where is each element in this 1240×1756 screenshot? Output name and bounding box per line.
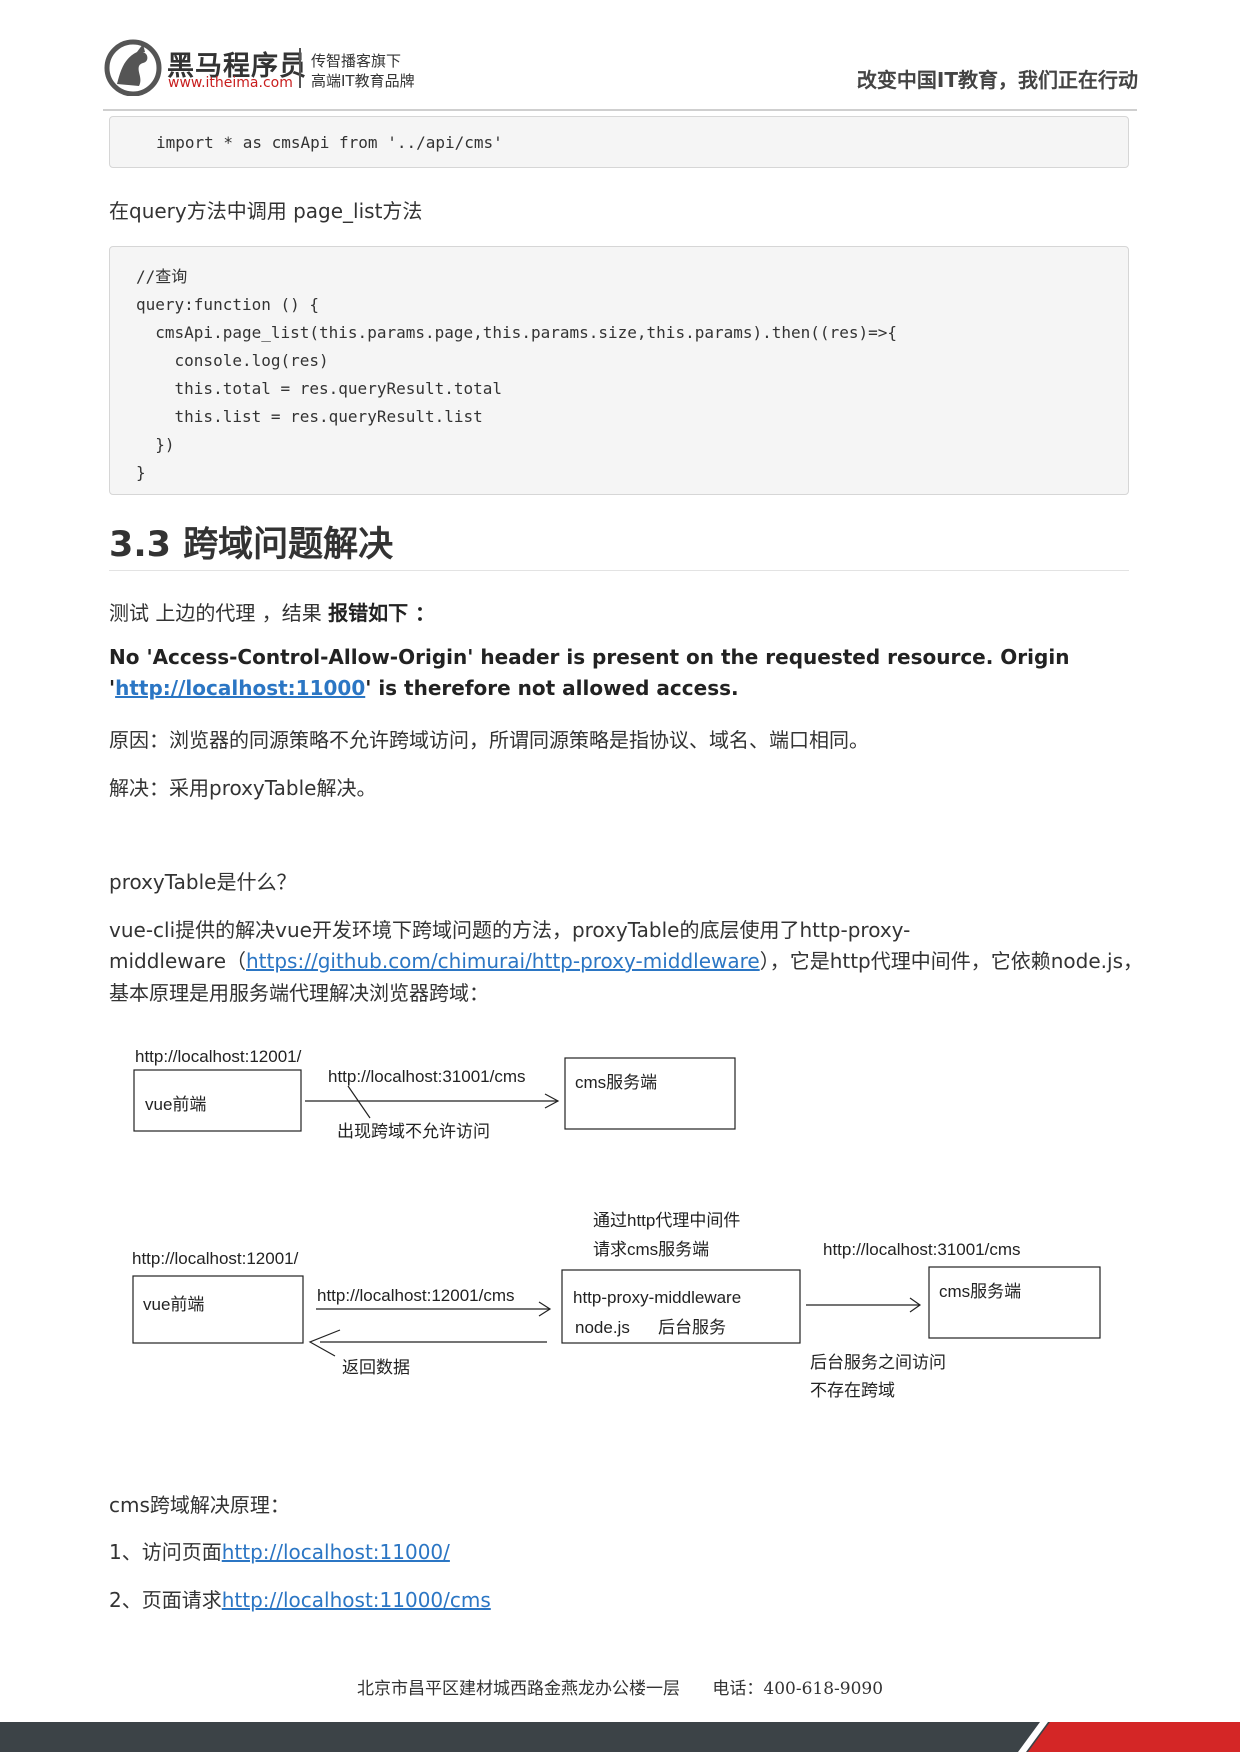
- backend-note-2: 不存在跨域: [810, 1381, 895, 1400]
- step-1-text: 1、访问页面: [109, 1540, 222, 1564]
- brand-tagline-1: 传智播客旗下: [311, 52, 402, 70]
- code-line: }: [136, 463, 146, 482]
- principle-step-1: 1、访问页面http://localhost:11000/: [109, 1536, 450, 1565]
- header-divider: [103, 109, 1137, 111]
- code-line: this.total = res.queryResult.total: [136, 379, 503, 398]
- footer-bar: [0, 1722, 1240, 1752]
- code-line: //查询: [136, 267, 188, 286]
- top-blocked-mark: [347, 1085, 371, 1119]
- solution-paragraph: 解决：采用proxyTable解决。: [109, 776, 377, 800]
- proxy-diagram: http://localhost:12001/ vue前端 http://loc…: [120, 1040, 1140, 1420]
- principle-title: cms跨域解决原理：: [109, 1493, 290, 1517]
- error-line-1: No 'Access-Control-Allow-Origin' header …: [109, 645, 1070, 669]
- top-server-label: cms服务端: [575, 1073, 657, 1092]
- heading-divider: [109, 570, 1129, 571]
- reason-paragraph: 原因：浏览器的同源策略不允许跨域访问，所谓同源策略是指协议、域名、端口相同。: [109, 728, 869, 752]
- code-line: console.log(res): [136, 351, 329, 370]
- proxy-label-2: node.js: [575, 1318, 630, 1337]
- error-line-2-rest: ' is therefore not allowed access.: [365, 676, 739, 700]
- error-origin-link[interactable]: http://localhost:11000: [115, 676, 365, 700]
- horse-logo-icon: [103, 38, 163, 97]
- bottom-server-url: http://localhost:31001/cms: [823, 1240, 1021, 1259]
- brand-url: www.itheima.com: [168, 75, 293, 91]
- description-text: ），它是http代理中间件，它依赖node.js，: [759, 949, 1144, 973]
- top-client-url: http://localhost:12001/: [135, 1047, 302, 1066]
- description-line-3: 基本原理是用服务端代理解决浏览器跨域：: [109, 981, 489, 1005]
- test-result-bold: 报错如下 ：: [328, 601, 436, 625]
- bottom-client-label: vue前端: [143, 1295, 204, 1314]
- step-1-link[interactable]: http://localhost:11000/: [222, 1540, 450, 1564]
- footer-phone: 电话：400-618-9090: [712, 1679, 884, 1699]
- top-blocked-note: 出现跨域不允许访问: [337, 1122, 490, 1141]
- top-client-label: vue前端: [145, 1095, 206, 1114]
- code-line: cmsApi.page_list(this.params.page,this.p…: [136, 323, 897, 342]
- proxytable-question: proxyTable是什么？: [109, 870, 297, 894]
- code-block-import: import * as cmsApi from '../api/cms': [109, 116, 1129, 168]
- footer-address: 北京市昌平区建材城西路金燕龙办公楼一层: [356, 1679, 680, 1699]
- step-2-link[interactable]: http://localhost:11000/cms: [222, 1588, 491, 1612]
- description-text: middleware（: [109, 949, 246, 973]
- code-line: import * as cmsApi from '../api/cms': [156, 133, 503, 152]
- description-line-1: vue-cli提供的解决vue开发环境下跨域问题的方法，proxyTable的底…: [109, 918, 911, 942]
- logo-divider: [299, 48, 301, 88]
- bottom-server-box: [928, 1266, 1101, 1339]
- bottom-server-label: cms服务端: [939, 1282, 1021, 1301]
- proxy-note-2: 请求cms服务端: [593, 1240, 709, 1259]
- error-line-2: 'http://localhost:11000' is therefore no…: [109, 676, 739, 700]
- test-result-text: 测试 上边的代理 ，结果: [109, 601, 329, 625]
- footer-contact: 北京市昌平区建材城西路金燕龙办公楼一层 电话：400-618-9090: [0, 1674, 1240, 1699]
- principle-step-2: 2、页面请求http://localhost:11000/cms: [109, 1584, 491, 1613]
- code-block-query: //查询 query:function () { cmsApi.page_list…: [109, 246, 1129, 495]
- section-heading: 3.3 跨域问题解决: [109, 525, 394, 565]
- code-line: query:function () {: [136, 295, 320, 314]
- step-2-text: 2、页面请求: [109, 1588, 222, 1612]
- code-line: this.list = res.queryResult.list: [136, 407, 483, 426]
- brand-tagline-2: 高端IT教育品牌: [311, 72, 415, 90]
- proxy-label-3: 后台服务: [658, 1318, 726, 1337]
- top-server-box: [564, 1057, 736, 1130]
- bottom-client-url: http://localhost:12001/: [132, 1249, 299, 1268]
- http-proxy-middleware-link[interactable]: https://github.com/chimurai/http-proxy-m…: [246, 949, 760, 973]
- proxy-note-1: 通过http代理中间件: [593, 1211, 740, 1230]
- bottom-request-url: http://localhost:12001/cms: [317, 1286, 515, 1305]
- description-line-2: middleware（https://github.com/chimurai/h…: [109, 945, 1143, 974]
- proxy-label-1: http-proxy-middleware: [573, 1288, 741, 1307]
- test-result-paragraph: 测试 上边的代理 ，结果 报错如下 ：: [109, 597, 435, 626]
- backend-note-1: 后台服务之间访问: [810, 1353, 946, 1372]
- bottom-return-arrowhead: [308, 1329, 341, 1357]
- header-slogan: 改变中国IT教育，我们正在行动: [856, 68, 1138, 92]
- top-request-url: http://localhost:31001/cms: [328, 1067, 526, 1086]
- return-note: 返回数据: [342, 1358, 410, 1377]
- intro-paragraph: 在query方法中调用 page_list方法: [109, 199, 423, 223]
- code-line: }): [136, 435, 175, 454]
